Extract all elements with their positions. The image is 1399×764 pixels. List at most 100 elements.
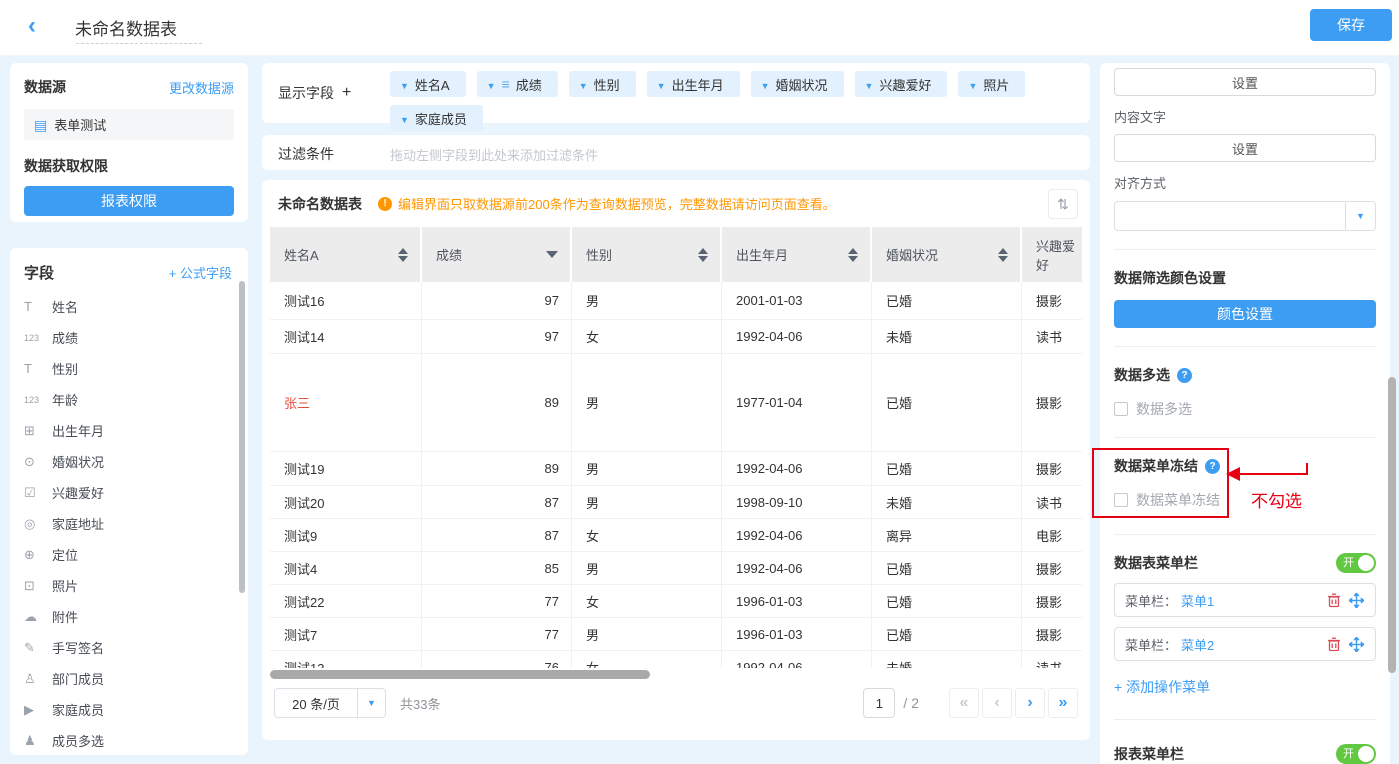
field-item[interactable]: ☑兴趣爱好	[24, 477, 238, 508]
add-display-field-button[interactable]: +	[342, 84, 351, 102]
filter-placeholder: 拖动左侧字段到此处来添加过滤条件	[390, 145, 598, 164]
field-item[interactable]: ✎手写签名	[24, 632, 238, 663]
table-row: 测试1697男2001-01-03已婚摄影	[270, 282, 1082, 320]
table-cell: 已婚	[872, 585, 1022, 617]
report-permission-button[interactable]: 报表权限	[24, 186, 234, 216]
menu-item-name-link[interactable]: 菜单1	[1181, 591, 1214, 610]
display-field-chip[interactable]: 出生年月	[647, 71, 740, 97]
table-menu-toggle[interactable]: 开	[1336, 553, 1376, 573]
first-page-button[interactable]: «	[949, 688, 979, 718]
toggle-on-label: 开	[1343, 747, 1354, 761]
table-cell: 87	[422, 519, 572, 551]
column-header-label: 兴趣爱好	[1036, 236, 1082, 274]
people-icon: ♟	[24, 733, 48, 749]
table-cell: 87	[422, 486, 572, 518]
align-select[interactable]	[1114, 201, 1376, 231]
settings-panel: 设置 内容文字 设置 对齐方式 数据筛选颜色设置 颜色设置 数据多选 ? 数据多…	[1100, 63, 1390, 764]
column-header-label: 姓名A	[284, 245, 319, 264]
field-item[interactable]: ⊞出生年月	[24, 415, 238, 446]
color-setting-button[interactable]: 颜色设置	[1114, 300, 1376, 328]
upload-icon: ☁	[24, 609, 48, 625]
display-field-chip[interactable]: 姓名A	[390, 71, 466, 97]
display-field-chip[interactable]: 家庭成员	[390, 105, 483, 131]
column-header-label: 性别	[586, 245, 612, 264]
table-cell: 97	[422, 282, 572, 319]
table-cell: 读书	[1022, 486, 1082, 518]
field-item[interactable]: 123年龄	[24, 384, 238, 415]
field-item[interactable]: ♟成员多选	[24, 725, 238, 755]
column-header[interactable]: 兴趣爱好	[1022, 227, 1082, 282]
back-icon[interactable]: ‹	[28, 13, 36, 39]
column-header[interactable]: 性别	[572, 227, 722, 282]
table-cell: 离异	[872, 519, 1022, 551]
field-item[interactable]: T性别	[24, 353, 238, 384]
field-item[interactable]: ♙部门成员	[24, 663, 238, 694]
column-header[interactable]: 姓名A	[270, 227, 422, 282]
table-cell: 读书	[1022, 320, 1082, 353]
field-item[interactable]: ☁附件	[24, 601, 238, 632]
column-header[interactable]: 出生年月	[722, 227, 872, 282]
filter-panel[interactable]: 过滤条件 拖动左侧字段到此处来添加过滤条件	[262, 135, 1090, 170]
sort-lines-icon	[502, 77, 510, 92]
field-item[interactable]: ⊙婚姻状况	[24, 446, 238, 477]
menu-item-name-link[interactable]: 菜单2	[1181, 635, 1214, 654]
toggle-knob	[1358, 555, 1374, 571]
menu-freeze-option[interactable]: 数据菜单冻结	[1114, 490, 1376, 510]
sort-desc-icon	[546, 251, 558, 258]
column-header[interactable]: 婚姻状况	[872, 227, 1022, 282]
help-icon[interactable]: ?	[1177, 368, 1192, 383]
field-item[interactable]: ▶家庭成员	[24, 694, 238, 725]
display-fields-panel: 显示字段 + 姓名A成绩性别出生年月婚姻状况兴趣爱好照片家庭成员	[262, 63, 1090, 123]
filter-color-title: 数据筛选颜色设置	[1114, 268, 1376, 288]
delete-icon[interactable]	[1325, 591, 1343, 609]
field-item-label: 定位	[52, 545, 78, 564]
checkbox-unchecked[interactable]	[1114, 402, 1128, 416]
display-field-chip[interactable]: 性别	[569, 71, 636, 97]
window-scrollbar[interactable]	[1388, 377, 1396, 673]
fields-panel: 字段 + 公式字段 T姓名123成绩T性别123年龄⊞出生年月⊙婚姻状况☑兴趣爱…	[10, 248, 248, 755]
radio-icon: ⊙	[24, 454, 48, 470]
page-size-value: 20 条/页	[275, 694, 357, 713]
target-icon: ⊕	[24, 547, 48, 563]
column-header[interactable]: 成绩	[422, 227, 572, 282]
sort-order-button[interactable]: ⇅	[1048, 189, 1078, 219]
display-field-chip[interactable]: 婚姻状况	[751, 71, 844, 97]
page-number-input[interactable]	[863, 688, 895, 718]
chip-label: 性别	[594, 75, 620, 94]
delete-icon[interactable]	[1325, 635, 1343, 653]
field-item[interactable]: 123成绩	[24, 322, 238, 353]
change-datasource-link[interactable]: 更改数据源	[169, 78, 234, 97]
table-cell: 摄影	[1022, 552, 1082, 584]
move-icon[interactable]	[1347, 635, 1365, 653]
page-size-select[interactable]: 20 条/页	[274, 688, 386, 718]
table-cell: 摄影	[1022, 618, 1082, 650]
display-field-chip[interactable]: 成绩	[477, 71, 558, 97]
table-cell: 张三	[270, 354, 422, 451]
move-icon[interactable]	[1347, 591, 1365, 609]
report-menu-toggle[interactable]: 开	[1336, 744, 1376, 764]
table-cell: 女	[572, 585, 722, 617]
multi-select-option[interactable]: 数据多选	[1114, 399, 1376, 419]
field-item[interactable]: ◎家庭地址	[24, 508, 238, 539]
table-cell: 女	[572, 519, 722, 551]
prev-page-button[interactable]: ‹	[982, 688, 1012, 718]
add-action-menu-link[interactable]: + 添加操作菜单	[1114, 677, 1210, 697]
fields-scrollbar[interactable]	[239, 281, 245, 593]
help-icon[interactable]: ?	[1205, 459, 1220, 474]
field-item[interactable]: ⊕定位	[24, 539, 238, 570]
display-field-chip[interactable]: 照片	[958, 71, 1025, 97]
header-style-setting-button[interactable]: 设置	[1114, 68, 1376, 96]
table-hscrollbar[interactable]	[270, 670, 650, 679]
datasource-item[interactable]: ▤ 表单测试	[24, 109, 234, 140]
next-page-button[interactable]: ›	[1015, 688, 1045, 718]
add-formula-field-link[interactable]: + 公式字段	[169, 263, 232, 282]
table-row: 张三89男1977-01-04已婚摄影	[270, 354, 1082, 452]
signature-icon: ✎	[24, 640, 48, 656]
save-button[interactable]: 保存	[1310, 9, 1392, 41]
field-item[interactable]: ⊡照片	[24, 570, 238, 601]
field-item[interactable]: T姓名	[24, 291, 238, 322]
checkbox-unchecked[interactable]	[1114, 493, 1128, 507]
content-setting-button[interactable]: 设置	[1114, 134, 1376, 162]
last-page-button[interactable]: »	[1048, 688, 1078, 718]
display-field-chip[interactable]: 兴趣爱好	[855, 71, 948, 97]
